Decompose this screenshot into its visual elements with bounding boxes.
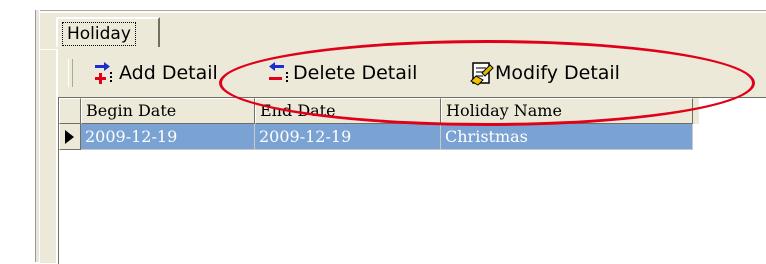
tab-holiday[interactable]: Holiday [56,17,160,47]
cell-end-date[interactable]: 2009-12-19 [255,124,441,150]
modify-row-icon [470,62,494,86]
cell-holiday-name[interactable]: Christmas [441,124,693,150]
header-corner [59,98,81,124]
tab-panel: Add Detail Delete Detail Modify Detail B… [56,49,766,264]
delete-row-icon [269,62,288,82]
tab-strip: Holiday [40,17,766,50]
add-detail-button[interactable]: Add Detail [92,59,218,87]
modify-detail-button[interactable]: Modify Detail [468,59,620,87]
add-row-icon [95,62,112,84]
modify-detail-label: Modify Detail [495,62,620,84]
add-detail-label: Add Detail [119,62,218,84]
detail-toolbar: Add Detail Delete Detail Modify Detail [68,53,758,93]
current-row-arrow-icon [65,130,74,144]
delete-detail-button[interactable]: Delete Detail [266,59,417,87]
holiday-grid: Begin Date End Date Holiday Name 2009-12… [58,97,766,264]
table-row[interactable]: 2009-12-19 2009-12-19 Christmas [59,124,699,150]
toolbar-grip[interactable] [68,59,73,87]
column-header-end-date[interactable]: End Date [255,98,441,124]
column-header-holiday-name[interactable]: Holiday Name [441,98,693,124]
row-indicator[interactable] [59,124,81,150]
page-margin [0,0,35,262]
holiday-window: Holiday Add Detail Delete Detail Modify … [40,10,766,264]
column-header-begin-date[interactable]: Begin Date [81,98,255,124]
tab-holiday-label: Holiday [62,22,136,46]
delete-detail-label: Delete Detail [293,62,418,84]
cell-begin-date[interactable]: 2009-12-19 [81,124,255,150]
grid-header: Begin Date End Date Holiday Name [59,98,699,124]
